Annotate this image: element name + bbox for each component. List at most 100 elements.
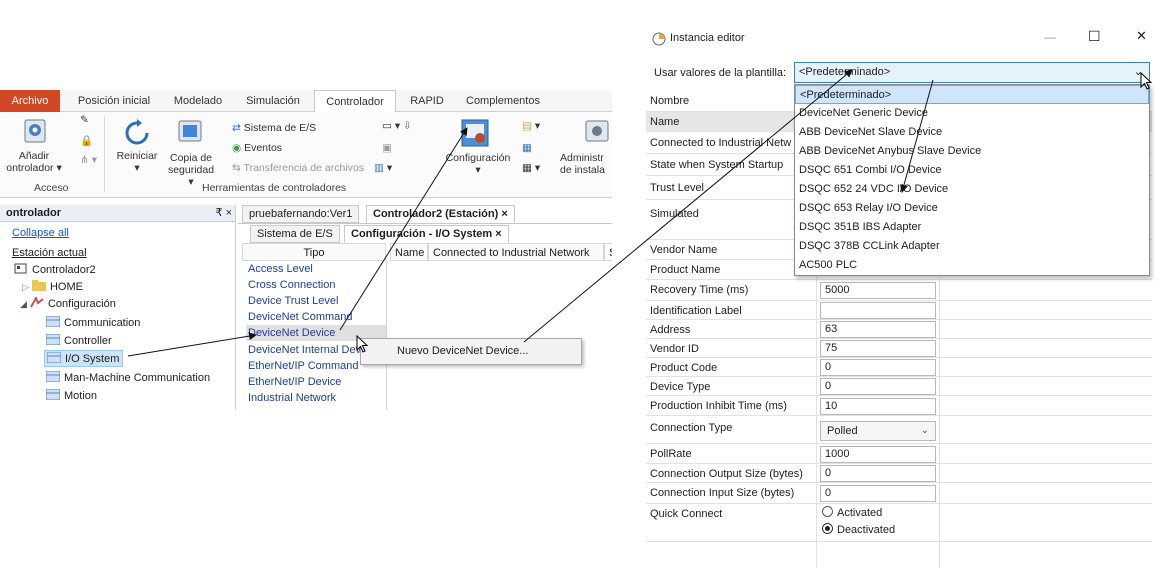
radio-activated[interactable]: Activated: [822, 506, 882, 519]
tree-item-communication[interactable]: Communication: [45, 315, 140, 332]
pencil-icon[interactable]: ✎: [80, 114, 89, 126]
dropdown-option[interactable]: DeviceNet Generic Device: [795, 104, 1149, 123]
edit-tool-icon[interactable]: ▤ ▾: [522, 120, 540, 132]
property-value-address[interactable]: 63: [820, 321, 936, 338]
property-row[interactable]: Recovery Time (ms) 5000: [646, 280, 1152, 301]
station-label: Estación actual: [12, 247, 87, 259]
collapse-all-link[interactable]: Collapse all: [12, 225, 69, 242]
property-value-production-inhibit[interactable]: 10: [820, 398, 936, 415]
dropdown-option[interactable]: ABB DeviceNet Slave Device: [795, 123, 1149, 142]
tree-item-controller[interactable]: Controlador2: [14, 262, 96, 279]
property-row[interactable]: Product Code 0: [646, 358, 1152, 377]
screen-tool-icon[interactable]: ▭ ▾ ⇩: [382, 120, 412, 132]
tree-item-controller-config[interactable]: Controller: [45, 333, 112, 350]
dropdown-option[interactable]: DSQC 378B CCLink Adapter: [795, 237, 1149, 256]
tab-controlador[interactable]: Controlador: [314, 90, 396, 113]
add-controller-button[interactable]: Añadir ontrolador ▾: [0, 150, 68, 174]
file-transfer-icon: ⇆: [232, 162, 241, 174]
tipo-item[interactable]: DeviceNet Internal Dev: [248, 342, 361, 358]
property-row[interactable]: Device Type 0: [646, 377, 1152, 396]
events-button[interactable]: ◉ Eventos: [232, 142, 282, 154]
tree-item-configuracion[interactable]: ◢ Configuración: [20, 295, 116, 313]
tipo-item[interactable]: DeviceNet Command: [248, 309, 353, 325]
close-button[interactable]: ✕: [1136, 28, 1147, 44]
property-value-pollrate[interactable]: 1000: [820, 446, 936, 463]
context-menu-item-new-devicenet[interactable]: Nuevo DeviceNet Device...: [397, 345, 528, 357]
chevron-down-icon: ⌄: [920, 425, 929, 436]
dropdown-option[interactable]: <Predeterminado>: [795, 85, 1149, 104]
tab-pruebafernando[interactable]: pruebafernando:Ver1: [242, 205, 360, 223]
io-system-button[interactable]: ⇄ Sistema de E/S: [232, 122, 316, 134]
tab-archivo[interactable]: Archivo: [0, 90, 60, 112]
tab-rapid[interactable]: RAPID: [402, 90, 452, 112]
dropdown-option[interactable]: DSQC 351B IBS Adapter: [795, 218, 1149, 237]
property-row[interactable]: Quick Connect Activated Deactivated: [646, 504, 1152, 542]
chart-tool-icon[interactable]: ▥ ▾: [374, 162, 392, 174]
dropdown-option[interactable]: DSQC 652 24 VDC I/O Device: [795, 180, 1149, 199]
property-value-device-type[interactable]: 0: [820, 378, 936, 395]
property-row[interactable]: Address 63: [646, 320, 1152, 339]
add-controller-label-1: Añadir: [18, 150, 50, 162]
dropdown-option[interactable]: DSQC 651 Combi I/O Device: [795, 161, 1149, 180]
tipo-item[interactable]: Industrial Network: [248, 390, 336, 406]
restart-button[interactable]: Reiniciar ▾: [112, 150, 162, 174]
property-row[interactable]: PollRate 1000: [646, 444, 1152, 464]
network-column-header[interactable]: Connected to Industrial Network: [428, 243, 604, 261]
tipo-item[interactable]: EtherNet/IP Command: [248, 358, 358, 374]
subtab-sistema-es[interactable]: Sistema de E/S: [250, 225, 340, 243]
property-value-identification-label[interactable]: [820, 302, 936, 319]
tree-item-home[interactable]: ▷ HOME: [22, 279, 83, 296]
property-row[interactable]: Production Inhibit Time (ms) 10: [646, 396, 1152, 416]
backup-icon: [178, 120, 202, 142]
maximize-button[interactable]: ☐: [1088, 28, 1101, 45]
tab-posicion-inicial[interactable]: Posición inicial: [66, 90, 162, 112]
save-tool-icon[interactable]: ▦: [522, 142, 532, 154]
property-value-output-size[interactable]: 0: [820, 465, 936, 482]
property-row[interactable]: Vendor ID 75: [646, 339, 1152, 358]
property-value-input-size[interactable]: 0: [820, 485, 936, 502]
io-system-label: Sistema de E/S: [243, 122, 317, 134]
property-label: Name: [650, 116, 680, 128]
instance-editor-window: Instancia editor — ☐ ✕ Usar valores de l…: [646, 22, 1156, 568]
tree-item-io-system[interactable]: I/O System: [44, 350, 124, 367]
tab-controlador2-estacion[interactable]: Controlador2 (Estación) ×: [366, 205, 515, 223]
subtab-configuracion-io[interactable]: Configuración - I/O System ×: [344, 225, 509, 243]
property-row[interactable]: Connection Input Size (bytes) 0: [646, 483, 1152, 504]
tipo-item[interactable]: EtherNet/IP Device: [248, 374, 341, 390]
property-value-recovery-time[interactable]: 5000: [820, 282, 936, 299]
radio-deactivated-label: Deactivated: [837, 524, 896, 536]
grid-tool-icon[interactable]: ▦ ▾: [522, 162, 540, 174]
minimize-button[interactable]: —: [1044, 30, 1056, 44]
man-machine-label: Man-Machine Communication: [64, 372, 211, 384]
table-icon: [45, 333, 61, 346]
dropdown-option[interactable]: DSQC 653 Relay I/O Device: [795, 199, 1149, 218]
io-system-icon: ⇄: [232, 122, 241, 134]
tab-modelado[interactable]: Modelado: [166, 90, 230, 112]
property-row[interactable]: Connection Output Size (bytes) 0: [646, 464, 1152, 483]
name-column-header[interactable]: Name: [390, 243, 428, 261]
tipo-item[interactable]: Device Trust Level: [248, 293, 338, 309]
events-label: Eventos: [244, 142, 283, 154]
property-row[interactable]: Connection Type Polled ⌄: [646, 416, 1152, 444]
admin-button[interactable]: Administr de instala: [560, 152, 612, 176]
collapse-arrow-icon[interactable]: ◢: [20, 299, 27, 309]
connection-type-select[interactable]: Polled ⌄: [820, 421, 936, 441]
tree-item-man-machine[interactable]: Man-Machine Communication: [45, 370, 211, 387]
extra-column-header[interactable]: S: [604, 243, 612, 261]
radio-deactivated[interactable]: Deactivated: [822, 523, 895, 536]
tipo-item[interactable]: Cross Connection: [248, 277, 335, 293]
tab-complementos[interactable]: Complementos: [458, 90, 548, 112]
tipo-header[interactable]: Tipo: [242, 243, 386, 261]
tab-simulacion[interactable]: Simulación: [240, 90, 306, 112]
expand-arrow-icon[interactable]: ▷: [22, 282, 29, 292]
pin-close-icon[interactable]: ₹ ×: [216, 205, 232, 222]
tree-item-motion[interactable]: Motion: [45, 388, 97, 405]
dropdown-option[interactable]: ABB DeviceNet Anybus Slave Device: [795, 142, 1149, 161]
template-select[interactable]: <Predeterminado> ⌄: [794, 62, 1150, 83]
property-value-product-code[interactable]: 0: [820, 359, 936, 376]
property-row[interactable]: Identification Label: [646, 301, 1152, 320]
dropdown-option[interactable]: AC500 PLC: [795, 256, 1149, 275]
configuration-button[interactable]: Configuración ▾: [440, 152, 516, 176]
tipo-item[interactable]: Access Level: [248, 261, 313, 277]
property-value-vendor-id[interactable]: 75: [820, 340, 936, 357]
